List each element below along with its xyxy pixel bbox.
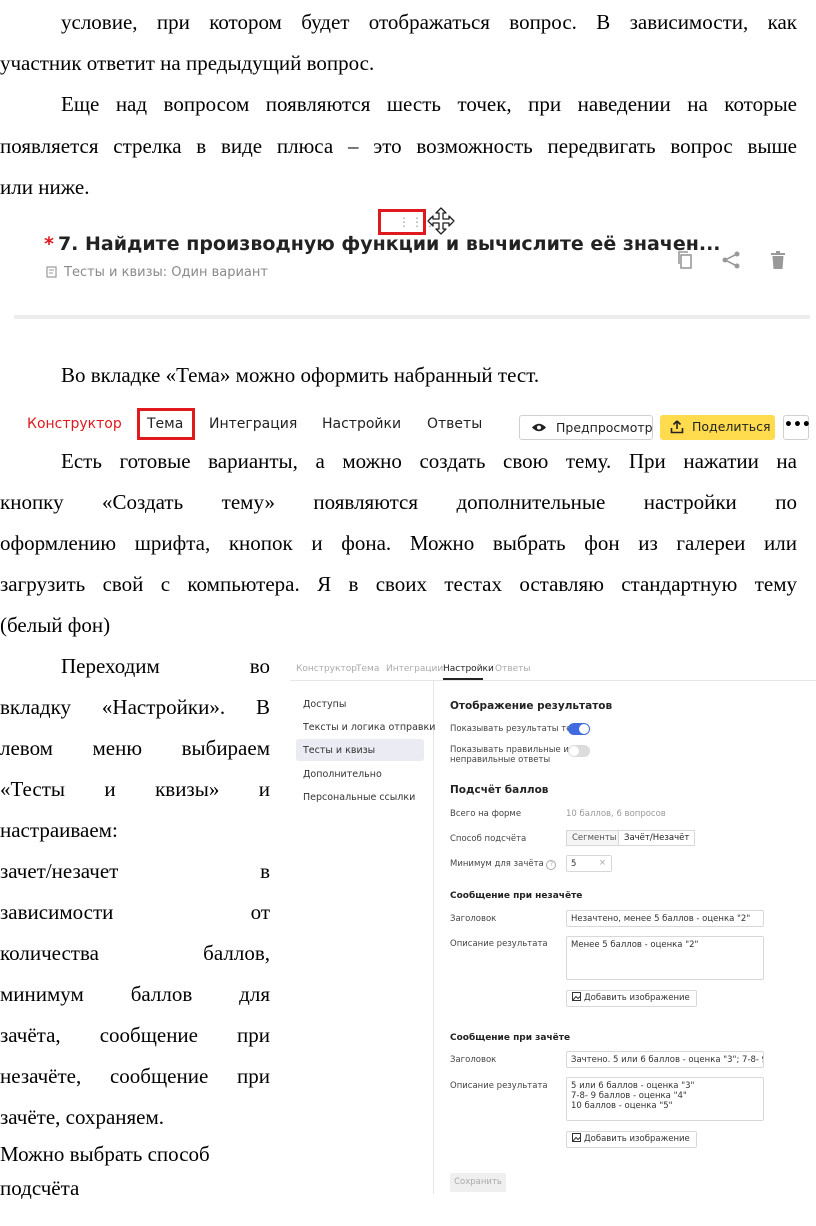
- sidebar-item-personal-links[interactable]: Персональные ссылки: [303, 792, 415, 803]
- show-answers-label-line-1: Показывать правильные и: [450, 745, 569, 755]
- trash-icon[interactable]: [769, 250, 787, 270]
- fail-add-image-label: Добавить изображение: [584, 993, 690, 1003]
- pass-title-label: Заголовок: [450, 1055, 497, 1065]
- required-mark: *: [44, 233, 54, 255]
- question-type-label: Тесты и квизы: Один вариант: [46, 265, 268, 280]
- paragraph-5-line-3: левом меню выбираем: [0, 736, 270, 760]
- tab-theme[interactable]: Тема: [147, 416, 183, 432]
- settings-tab-settings[interactable]: Настройки: [443, 664, 494, 674]
- fail-desc-label: Описание результата: [450, 939, 548, 949]
- paragraph-6-line-1: Можно выбрать способ: [0, 1142, 210, 1166]
- paragraph-5-line-6: зачет/незачет в: [0, 859, 270, 883]
- eye-icon: [532, 423, 546, 432]
- paragraph-1-line-1: условие, при котором будет отображаться …: [61, 10, 797, 34]
- copy-icon[interactable]: [676, 250, 694, 270]
- min-score-value: 5: [571, 859, 577, 869]
- method-option-pass-fail[interactable]: Зачёт/Незачёт: [618, 830, 696, 846]
- fail-title-label: Заголовок: [450, 914, 497, 924]
- settings-tab-theme[interactable]: Тема: [356, 664, 379, 674]
- question-type-text: Тесты и квизы: Один вариант: [64, 265, 268, 280]
- quiz-icon: [46, 266, 57, 278]
- min-score-input[interactable]: 5 ×: [566, 855, 612, 872]
- sidebar-item-tests-quizzes[interactable]: Тесты и квизы: [303, 745, 375, 756]
- more-button[interactable]: •••: [783, 415, 811, 440]
- move-icon: [427, 207, 455, 235]
- help-icon[interactable]: ?: [546, 860, 557, 870]
- pass-add-image-label: Добавить изображение: [584, 1134, 690, 1144]
- editor-tab-bar: Конструктор Тема Интеграция Настройки От…: [20, 406, 813, 444]
- share-label: Поделиться: [692, 419, 771, 434]
- paragraph-5-line-8: количества баллов,: [0, 941, 270, 965]
- sidebar-item-access[interactable]: Доступы: [303, 699, 346, 710]
- paragraph-4-line-1: Есть готовые варианты, а можно создать с…: [61, 449, 797, 473]
- paragraph-6-line-2: подсчёта: [0, 1176, 80, 1200]
- preview-label: Предпросмотр: [556, 420, 653, 435]
- tab-integration[interactable]: Интеграция: [209, 416, 297, 432]
- pass-desc-textarea[interactable]: 5 или 6 баллов - оценка "3" 7-8- 9 балло…: [566, 1077, 764, 1121]
- settings-tab-constructor[interactable]: Конструктор: [296, 664, 357, 674]
- paragraph-4-line-4: загрузить свой с компьютера. Я в своих т…: [0, 572, 797, 596]
- pass-add-image-button[interactable]: Добавить изображение: [566, 1131, 697, 1148]
- paragraph-4-line-3: оформлению шрифта, кнопок и фона. Можно …: [0, 531, 797, 555]
- question-divider: [14, 315, 810, 319]
- paragraph-5-line-4: «Тесты и квизы» и: [0, 777, 270, 801]
- settings-tab-integrations[interactable]: Интеграции: [386, 664, 443, 674]
- method-option-segments[interactable]: Сегменты: [566, 830, 623, 846]
- pass-title-input[interactable]: Зачтено. 5 или 6 баллов - оценка "3"; 7-…: [566, 1051, 764, 1068]
- score-heading: Подсчёт баллов: [450, 784, 549, 796]
- paragraph-5-line-2: вкладку «Настройки». В: [0, 695, 270, 719]
- image-icon: [572, 1133, 581, 1142]
- paragraph-5-line-11: незачёте, сообщение при: [0, 1064, 270, 1088]
- fail-title-input[interactable]: Незачтено, менее 5 баллов - оценка "2": [566, 910, 764, 927]
- paragraph-3: Во вкладке «Тема» можно оформить набранн…: [61, 363, 540, 387]
- show-answers-toggle[interactable]: [568, 745, 590, 757]
- sidebar-item-texts-logic[interactable]: Тексты и логика отправки: [303, 722, 435, 733]
- tab-constructor[interactable]: Конструктор: [27, 416, 122, 432]
- results-heading: Отображение результатов: [450, 700, 613, 712]
- share-icon[interactable]: [720, 250, 742, 270]
- question-title-text: 7. Найдите производную функции и вычисли…: [57, 233, 721, 255]
- min-label: Минимум для зачёта ?: [450, 859, 557, 870]
- paragraph-2-line-2: появляется стрелка в виде плюса – это во…: [0, 134, 797, 158]
- paragraph-2-line-3: или ниже.: [0, 175, 90, 199]
- sidebar-item-additional[interactable]: Дополнительно: [303, 769, 382, 780]
- paragraph-5-line-7: зависимости от: [0, 900, 270, 924]
- image-icon: [572, 992, 581, 1001]
- total-label: Всего на форме: [450, 809, 522, 819]
- paragraph-2-line-1: Еще над вопросом появляются шесть точек,…: [61, 92, 797, 116]
- fail-heading: Сообщение при незачёте: [450, 891, 583, 901]
- paragraph-4-line-2: кнопку «Создать тему» появляются дополни…: [0, 490, 797, 514]
- tab-answers[interactable]: Ответы: [427, 416, 482, 432]
- paragraph-5-line-9: минимум баллов для: [0, 982, 270, 1006]
- paragraph-5-line-1: Переходим во: [61, 654, 270, 678]
- show-results-toggle[interactable]: [568, 723, 590, 735]
- show-results-label: Показывать результаты теста: [450, 724, 587, 734]
- upload-icon: [670, 420, 684, 434]
- method-label: Способ подсчёта: [450, 834, 527, 844]
- fail-add-image-button[interactable]: Добавить изображение: [566, 990, 697, 1007]
- paragraph-5-line-10: зачёта, сообщение при: [0, 1023, 270, 1047]
- paragraph-4-line-5: (белый фон): [0, 613, 111, 637]
- paragraph-5-line-12: зачёте, сохраняем.: [0, 1105, 165, 1129]
- settings-screenshot: Конструктор Тема Интеграции Настройки От…: [290, 654, 816, 1194]
- save-button[interactable]: Сохранить: [450, 1173, 506, 1192]
- total-value: 10 баллов, 6 вопросов: [566, 809, 666, 819]
- paragraph-1-line-2: участник ответит на предыдущий вопрос.: [0, 51, 375, 75]
- show-answers-label-line-2: неправильные ответы: [450, 755, 551, 765]
- question-screenshot: ⋮⋮⋮ * 7. Найдите производную функции и вы…: [14, 203, 810, 319]
- tab-settings[interactable]: Настройки: [322, 416, 401, 432]
- settings-tab-answers[interactable]: Ответы: [495, 664, 531, 674]
- sidebar-divider: [433, 680, 434, 1194]
- min-label-text: Минимум для зачёта: [450, 859, 544, 869]
- pass-heading: Сообщение при зачёте: [450, 1033, 571, 1043]
- clear-icon[interactable]: ×: [599, 858, 606, 868]
- question-title[interactable]: * 7. Найдите производную функции и вычисл…: [44, 233, 721, 255]
- fail-desc-textarea[interactable]: Менее 5 баллов - оценка "2": [566, 936, 764, 980]
- paragraph-5-line-5: настраиваем:: [0, 818, 118, 842]
- tabs-divider: [290, 680, 816, 681]
- preview-button[interactable]: Предпросмотр: [519, 415, 653, 440]
- pass-desc-label: Описание результата: [450, 1081, 548, 1091]
- share-button[interactable]: Поделиться: [660, 415, 775, 440]
